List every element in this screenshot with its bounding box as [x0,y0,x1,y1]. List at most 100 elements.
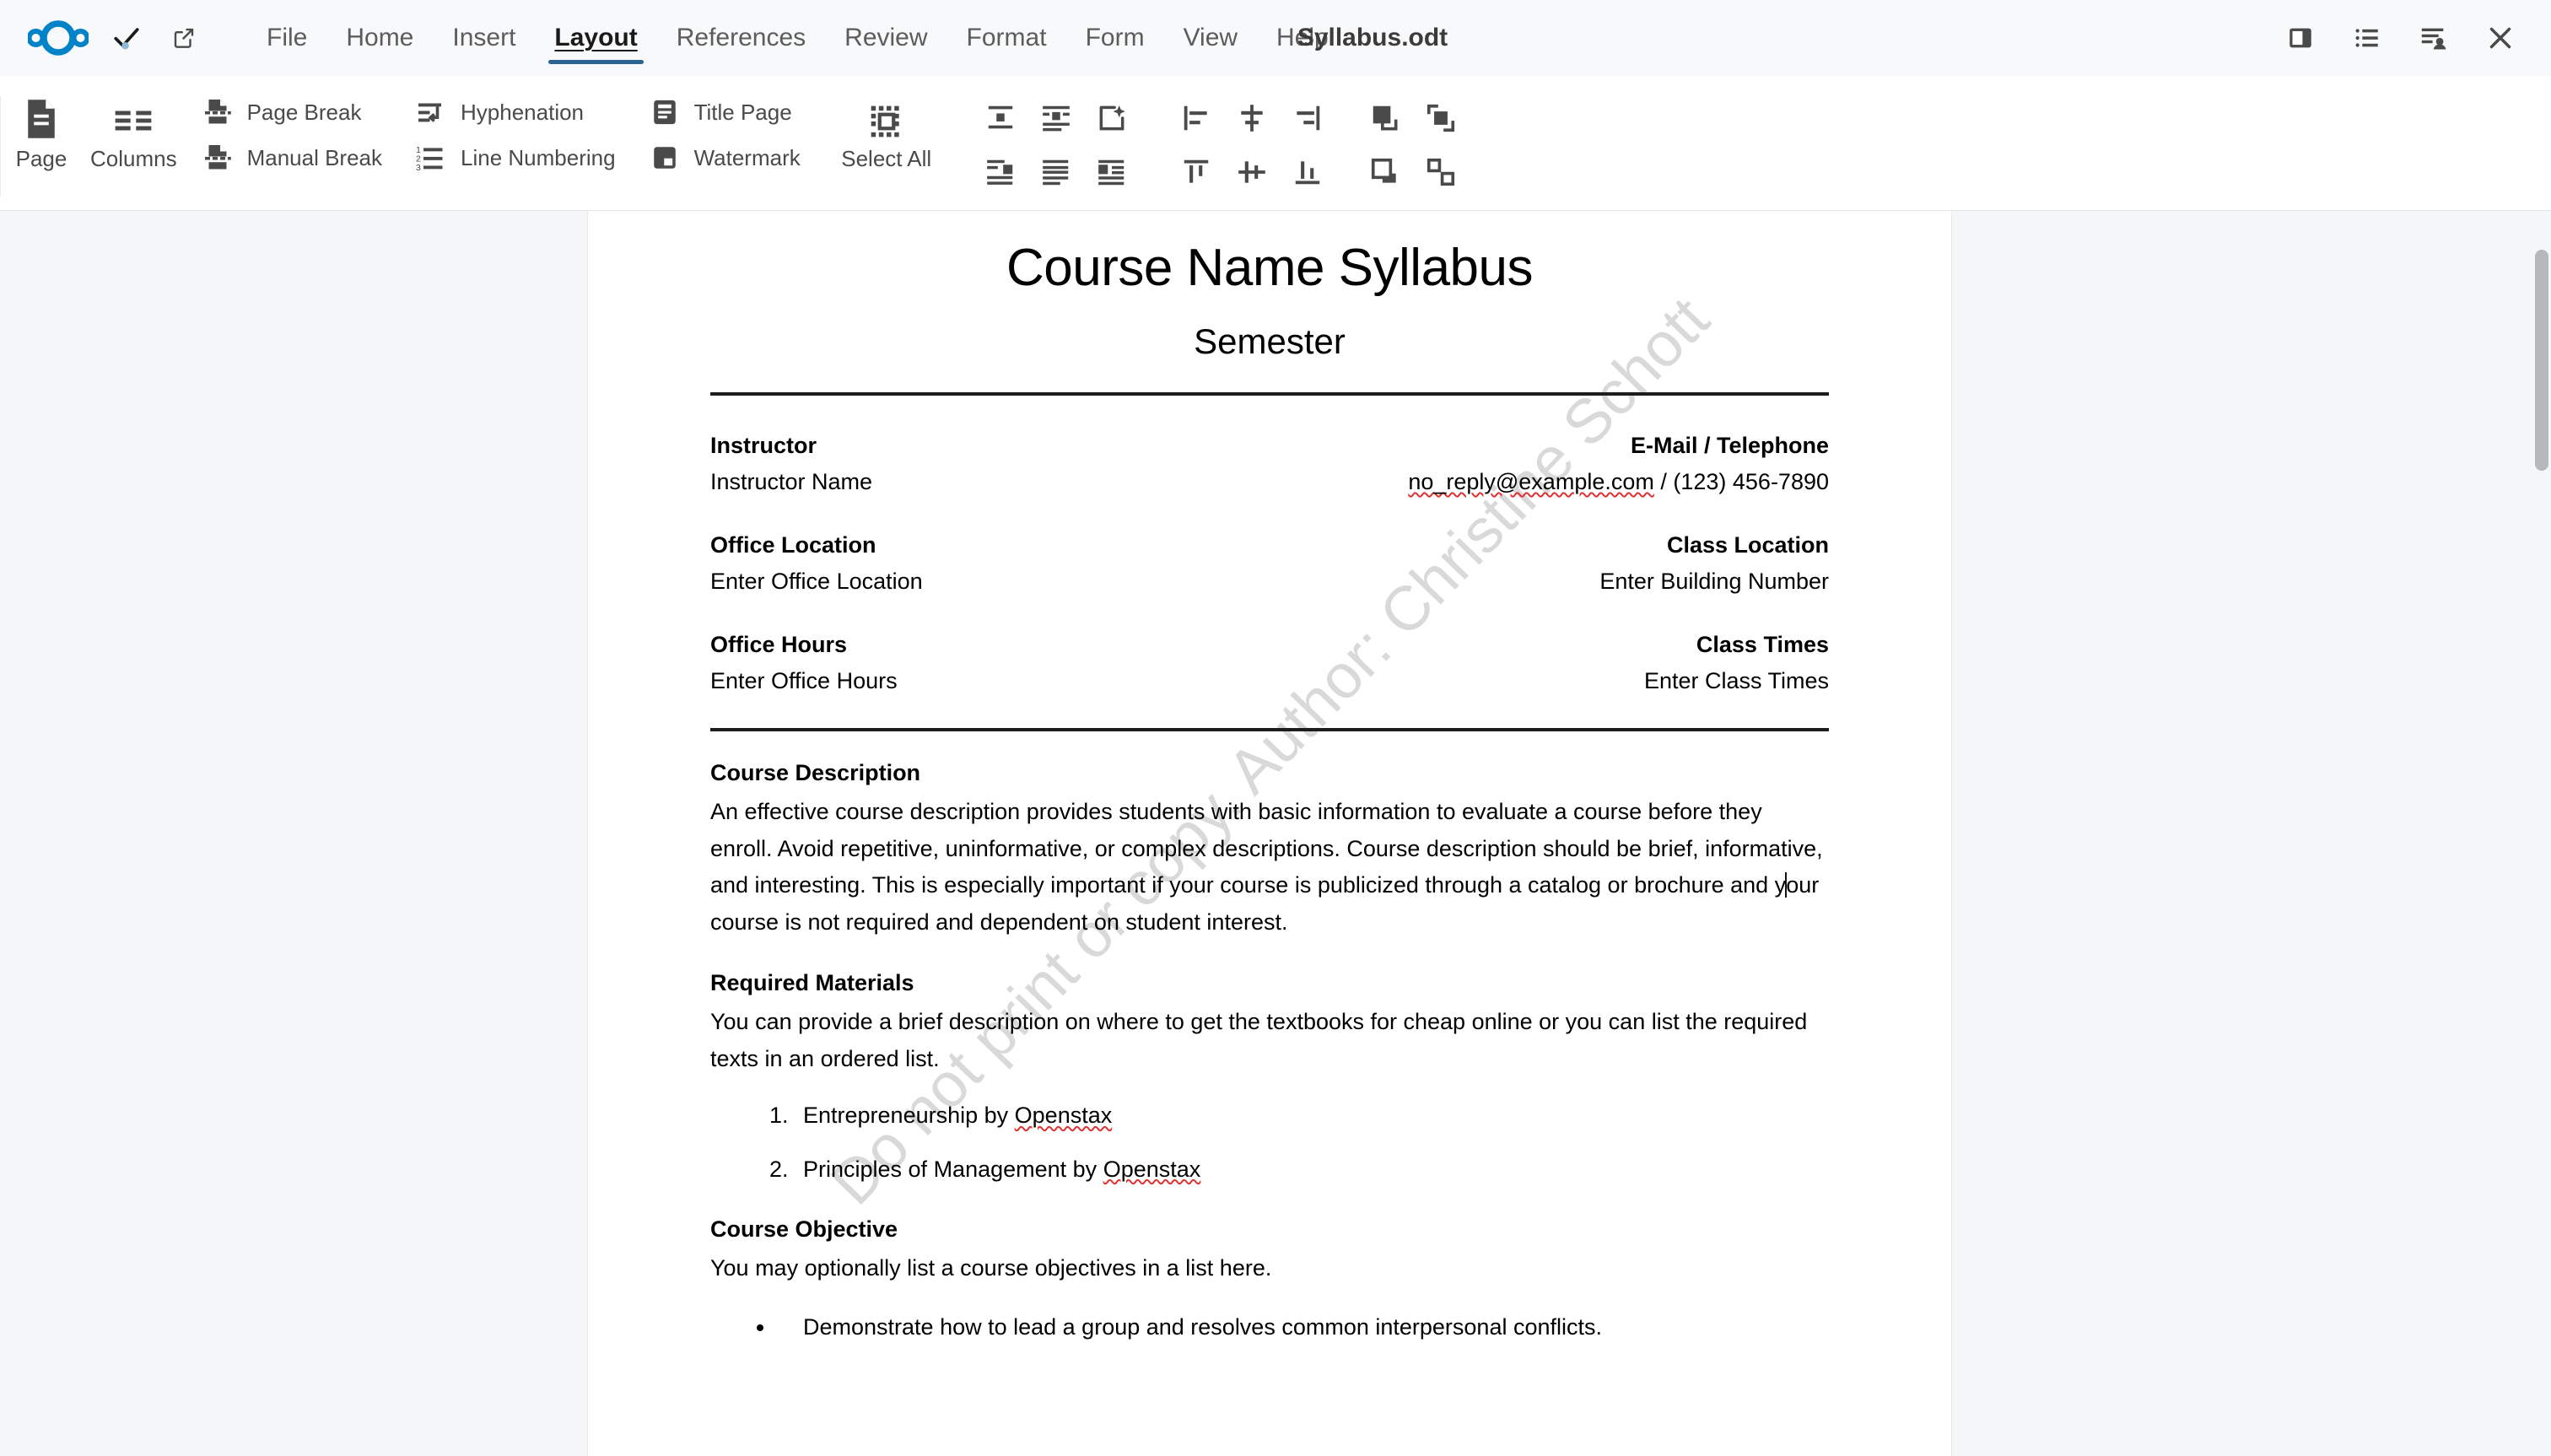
manual-break-label: Manual Break [246,144,383,170]
table-row: Office Location Class Location [710,495,1829,558]
menu-item-home[interactable]: Home [326,14,433,62]
menu-item-view[interactable]: View [1164,14,1257,62]
menu-item-insert[interactable]: Insert [433,14,535,62]
navigator-list-icon[interactable] [2347,18,2387,58]
list-item-text: Principles of Management by [803,1156,1103,1182]
course-objective-list: Demonstrate how to lead a group and reso… [710,1309,1829,1345]
menu-item-layout[interactable]: Layout [535,14,656,64]
menu-bar: File Home Insert Layout References Revie… [0,0,2551,76]
open-external-icon[interactable] [164,19,203,57]
align-row-horizontal [1170,93,1334,143]
paragraph-part-a: An effective course description provides… [710,799,1823,898]
arrange-group [1352,86,1474,204]
menu-item-file[interactable]: File [247,14,326,62]
line-numbering-button[interactable]: 1 2 3 Line Numbering [404,135,628,181]
bring-to-front-icon[interactable] [1359,93,1411,143]
email-telephone-value: no_reply@example.com / (123) 456-7890 [1086,459,1829,495]
title-page-label: Title Page [693,99,792,125]
class-times-value: Enter Class Times [1643,668,1829,693]
section-paragraph-required-materials: You can provide a brief description on w… [710,1008,1808,1071]
instructor-value: Instructor Name [710,469,873,494]
line-numbering-icon: 1 2 3 [416,143,446,173]
align-center-horizontal-icon[interactable] [1226,93,1278,143]
list-item-misspelled-word: Openstax [1014,1103,1113,1129]
menu-item-help[interactable]: Help [1257,14,1348,62]
text-wrap-group [968,86,1145,204]
select-all-button[interactable]: Select All [828,86,946,177]
bring-forward-icon[interactable] [1415,93,1467,143]
menu-item-review[interactable]: Review [825,14,947,62]
arrange-row-1 [1359,93,1467,143]
document-content: Course Name Syllabus Semester Instructor… [588,238,1951,1345]
class-location-value: Enter Building Number [1599,569,1829,594]
flow-group: Hyphenation 1 2 3 Line Numbering [399,86,633,184]
menu-item-references[interactable]: References [657,14,825,62]
menu-item-format[interactable]: Format [947,14,1066,62]
user-permissions-icon[interactable] [2413,18,2454,58]
break-group: Page Break Manual Break [186,86,399,184]
table-row: Instructor E-Mail / Telephone [710,414,1829,459]
align-bottom-icon[interactable] [1281,147,1334,197]
office-location-label: Office Location [710,532,876,558]
title-page-icon [650,97,680,127]
hyphenation-label: Hyphenation [461,99,585,125]
course-info-table: Instructor E-Mail / Telephone Instructor… [710,414,1829,694]
page-break-button[interactable]: Page Break [191,89,394,135]
toggle-sidebar-icon[interactable] [2280,18,2321,58]
send-to-back-icon[interactable] [1415,147,1467,197]
section-paragraph-course-objective: You may optionally list a course objecti… [710,1254,1272,1281]
vertical-scrollbar[interactable] [2532,211,2551,1456]
text-wrap-row-1 [974,93,1138,143]
list-item-misspelled-word: Openstax [1103,1156,1201,1182]
ribbon-toolbar: Page Columns Page Break Manual Break Hyp… [0,76,2551,211]
wrap-edit-contour-icon[interactable] [1086,93,1138,143]
wrap-through-icon[interactable] [1030,147,1082,197]
wrap-before-icon[interactable] [974,147,1027,197]
list-item: Demonstrate how to lead a group and reso… [776,1309,1829,1345]
align-center-vertical-icon[interactable] [1226,147,1278,197]
wrap-after-icon[interactable] [1086,147,1138,197]
select-all-icon [868,94,905,140]
telephone-value: / (123) 456-7890 [1653,469,1829,494]
hyphenation-button[interactable]: Hyphenation [404,89,628,135]
page-style-button[interactable]: Page [1,86,82,177]
align-group [1163,86,1340,204]
list-item: Principles of Management by Openstax [795,1151,1829,1188]
align-row-vertical [1170,147,1334,197]
section-heading-required-materials: Required Materials [710,969,914,995]
align-top-icon[interactable] [1170,147,1222,197]
wrap-off-icon[interactable] [974,93,1027,143]
scrollbar-thumb[interactable] [2535,250,2548,471]
columns-label: Columns [90,146,177,171]
line-numbering-label: Line Numbering [461,144,616,170]
watermark-button[interactable]: Watermark [638,135,812,181]
document-page[interactable]: Do not print or copy. Author: Christine … [587,211,1952,1456]
arrange-row-2 [1359,147,1467,197]
close-icon[interactable] [2480,18,2521,58]
nextcloud-logo[interactable] [26,19,90,57]
class-location-label: Class Location [1666,532,1829,558]
menu-item-form[interactable]: Form [1066,14,1164,62]
office-hours-value: Enter Office Hours [710,668,898,693]
align-right-icon[interactable] [1281,93,1334,143]
document-editor-area[interactable]: Do not print or copy. Author: Christine … [0,211,2551,1456]
save-status-icon[interactable] [107,19,146,57]
divider-middle [710,728,1829,731]
title-page-button[interactable]: Title Page [638,89,812,135]
instructor-label: Instructor [710,433,817,458]
document-heading-subtitle: Semester [1194,321,1346,361]
manual-break-button[interactable]: Manual Break [191,135,394,181]
email-value: no_reply@example.com [1408,469,1654,494]
watermark-icon [650,143,680,173]
send-backward-icon[interactable] [1359,147,1411,197]
svg-text:3: 3 [416,163,421,173]
table-row: Enter Office Location Enter Building Num… [710,558,1829,595]
columns-button[interactable]: Columns [82,86,186,177]
page-style-label: Page [15,146,67,171]
page-icon [24,94,59,140]
wrap-parallel-icon[interactable] [1030,93,1082,143]
watermark-label: Watermark [693,144,801,170]
menu-items: File Home Insert Layout References Revie… [247,14,1348,64]
align-left-icon[interactable] [1170,93,1222,143]
required-materials-list: Entrepreneurship by Openstax Principles … [710,1097,1829,1187]
